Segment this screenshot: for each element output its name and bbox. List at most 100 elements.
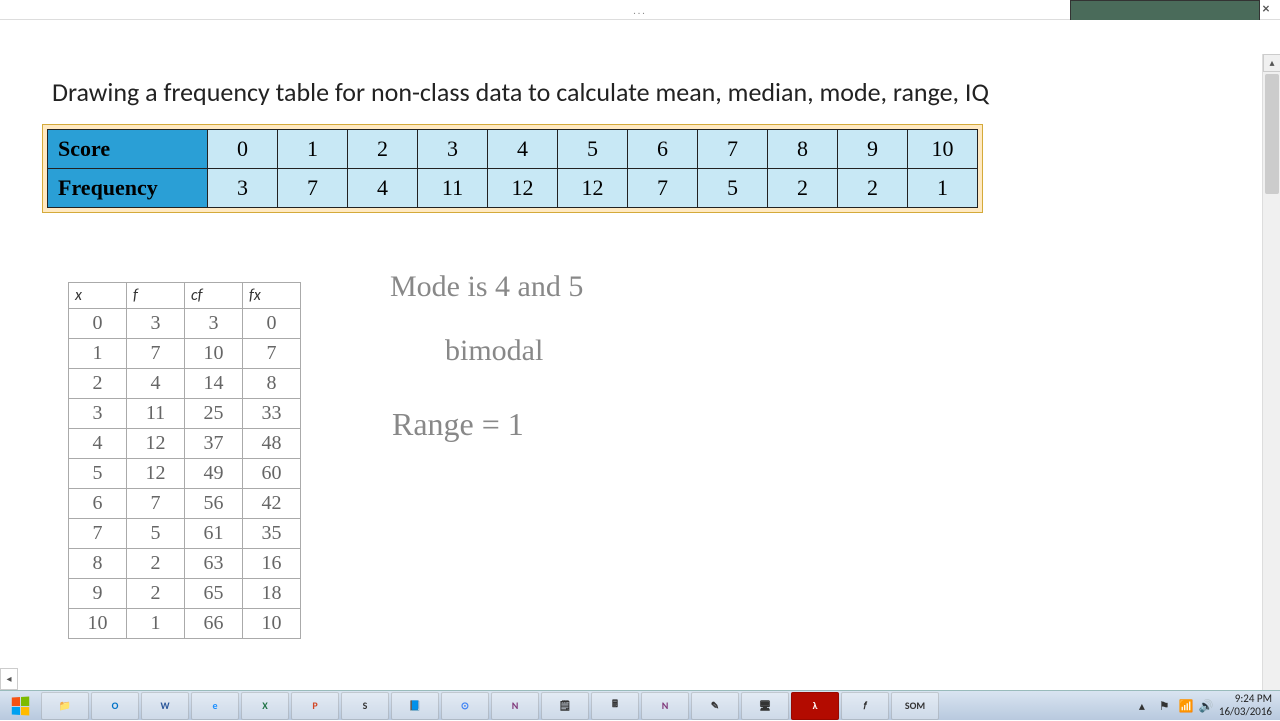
system-tray[interactable]: ▴ ⚑ 📶 🔊 9:24 PM 16/03/2016 xyxy=(1131,693,1280,717)
taskbar-outlook[interactable]: O xyxy=(91,692,139,720)
taskbar-calculator[interactable]: 🖩 xyxy=(591,692,639,720)
freq-cell: 4 xyxy=(348,169,418,208)
score-cell: 5 xyxy=(558,130,628,169)
table-row: 17107 xyxy=(69,339,301,369)
tray-flag-icon[interactable]: ⚑ xyxy=(1159,699,1173,713)
cell: 16 xyxy=(243,549,301,579)
windows-logo-icon xyxy=(12,696,29,715)
taskbar-explorer[interactable]: 📁 xyxy=(41,692,89,720)
taskbar-notepad[interactable]: 🗒 xyxy=(541,692,589,720)
cell: 2 xyxy=(127,549,185,579)
cell: 61 xyxy=(185,519,243,549)
cell: 5 xyxy=(69,459,127,489)
table-row: 3112533 xyxy=(69,399,301,429)
tray-network-icon[interactable]: 📶 xyxy=(1179,699,1193,713)
table-row: 926518 xyxy=(69,579,301,609)
cell: 4 xyxy=(127,369,185,399)
taskbar-fx[interactable]: 𝑓 xyxy=(841,692,889,720)
table-row: 4123748 xyxy=(69,429,301,459)
table-row: 826316 xyxy=(69,549,301,579)
cell: 2 xyxy=(127,579,185,609)
taskbar-book[interactable]: 📘 xyxy=(391,692,439,720)
tray-volume-icon[interactable]: 🔊 xyxy=(1199,699,1213,713)
taskbar-chrome[interactable]: ⊙ xyxy=(441,692,489,720)
cell: 2 xyxy=(69,369,127,399)
start-button[interactable] xyxy=(0,691,40,721)
page-canvas[interactable]: Drawing a frequency table for non-class … xyxy=(0,20,1262,690)
score-cell: 10 xyxy=(908,130,978,169)
score-cell: 8 xyxy=(768,130,838,169)
table-row: 5124960 xyxy=(69,459,301,489)
cell: 37 xyxy=(185,429,243,459)
freq-cell: 12 xyxy=(488,169,558,208)
cell: 10 xyxy=(243,609,301,639)
freq-cell: 7 xyxy=(628,169,698,208)
title-dots: ... xyxy=(633,4,647,17)
freq-cell: 3 xyxy=(208,169,278,208)
page-title: Drawing a frequency table for non-class … xyxy=(52,76,1220,108)
freq-cell: 5 xyxy=(698,169,768,208)
score-cell: 6 xyxy=(628,130,698,169)
taskbar-adobe[interactable]: λ xyxy=(791,692,839,720)
cell: 3 xyxy=(127,309,185,339)
taskbar-word[interactable]: W xyxy=(141,692,189,720)
table-row: 675642 xyxy=(69,489,301,519)
table-row: 756135 xyxy=(69,519,301,549)
cell: 12 xyxy=(127,429,185,459)
table-row: Frequency 3 7 4 11 12 12 7 5 2 2 1 xyxy=(48,169,978,208)
cell: 10 xyxy=(185,339,243,369)
page-nav-prev[interactable]: ◂ xyxy=(0,668,18,690)
cell: 14 xyxy=(185,369,243,399)
col-cf: cf xyxy=(185,283,243,309)
tray-up-icon[interactable]: ▴ xyxy=(1139,699,1153,713)
cell: 0 xyxy=(243,309,301,339)
cell: 4 xyxy=(69,429,127,459)
cell: 8 xyxy=(69,549,127,579)
cell: 9 xyxy=(69,579,127,609)
cell: 1 xyxy=(69,339,127,369)
clock-time: 9:24 PM xyxy=(1219,693,1272,705)
cell: 3 xyxy=(185,309,243,339)
cell: 18 xyxy=(243,579,301,609)
taskbar-display[interactable]: 🖥 xyxy=(741,692,789,720)
cell: 7 xyxy=(127,339,185,369)
cell: 65 xyxy=(185,579,243,609)
cell: 49 xyxy=(185,459,243,489)
score-frequency-table-wrap: Score 0 1 2 3 4 5 6 7 8 9 10 Frequency 3… xyxy=(42,124,983,213)
cell: 7 xyxy=(69,519,127,549)
clock-date: 16/03/2016 xyxy=(1219,706,1272,718)
cell: 8 xyxy=(243,369,301,399)
cell: 7 xyxy=(243,339,301,369)
score-cell: 0 xyxy=(208,130,278,169)
cell: 42 xyxy=(243,489,301,519)
cell: 0 xyxy=(69,309,127,339)
taskbar-clock[interactable]: 9:24 PM 16/03/2016 xyxy=(1219,693,1272,717)
taskbar-pencil[interactable]: ✎ xyxy=(691,692,739,720)
taskbar-snip[interactable]: S xyxy=(341,692,389,720)
table-row: 24148 xyxy=(69,369,301,399)
vertical-scrollbar[interactable]: ▴ xyxy=(1262,54,1280,690)
score-cell: 9 xyxy=(838,130,908,169)
cell: 1 xyxy=(127,609,185,639)
frequency-label: Frequency xyxy=(48,169,208,208)
cell: 10 xyxy=(69,609,127,639)
taskbar-onenote2[interactable]: N xyxy=(641,692,689,720)
cell: 12 xyxy=(127,459,185,489)
cell: 5 xyxy=(127,519,185,549)
score-cell: 1 xyxy=(278,130,348,169)
cell: 7 xyxy=(127,489,185,519)
handwriting-mode: Mode is 4 and 5 xyxy=(390,270,583,304)
freq-cell: 11 xyxy=(418,169,488,208)
taskbar-excel[interactable]: X xyxy=(241,692,289,720)
scroll-up-arrow-icon[interactable]: ▴ xyxy=(1263,54,1280,72)
table-header-row: x f cf fx xyxy=(69,283,301,309)
taskbar-onenote[interactable]: N xyxy=(491,692,539,720)
taskbar: 📁 O W e X P S 📘 ⊙ N 🗒 🖩 N ✎ 🖥 λ 𝑓 SOM ▴ … xyxy=(0,690,1280,720)
taskbar-som[interactable]: SOM xyxy=(891,692,939,720)
handwriting-bimodal: bimodal xyxy=(445,334,543,368)
score-label: Score xyxy=(48,130,208,169)
scroll-thumb[interactable] xyxy=(1265,74,1279,194)
score-cell: 3 xyxy=(418,130,488,169)
taskbar-ie[interactable]: e xyxy=(191,692,239,720)
taskbar-powerpoint[interactable]: P xyxy=(291,692,339,720)
